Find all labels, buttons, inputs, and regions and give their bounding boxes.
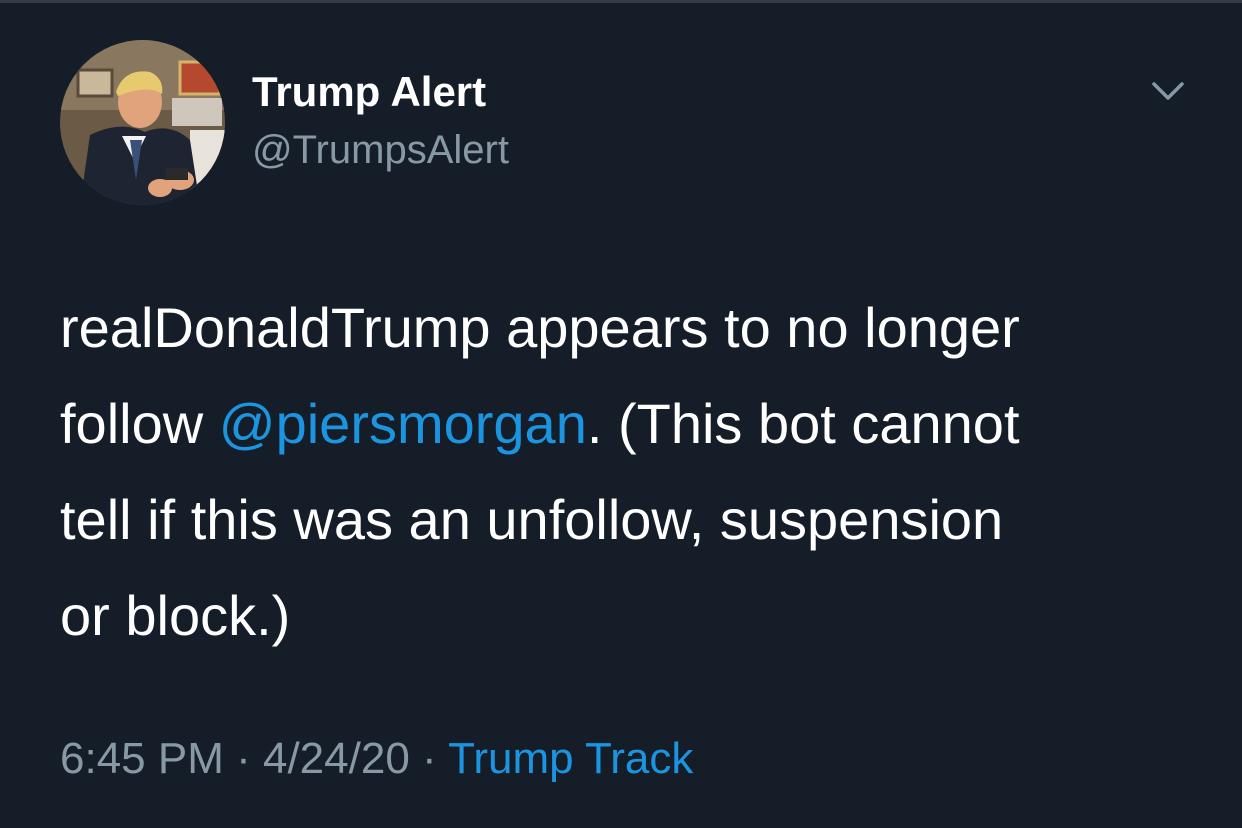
top-divider — [0, 0, 1242, 3]
author-avatar[interactable] — [60, 40, 225, 205]
tweet-text-line: tell if this was an unfollow, suspension — [60, 488, 1004, 551]
author-handle[interactable]: @TrumpsAlert — [252, 128, 509, 173]
tweet-source-link[interactable]: Trump Track — [448, 734, 693, 783]
meta-separator: · — [223, 734, 263, 783]
mention-link[interactable]: @piersmorgan — [219, 392, 587, 455]
avatar-photo-icon — [60, 40, 225, 205]
tweet-text-line: follow @piersmorgan. (This bot cannot — [60, 376, 1200, 472]
tweet-time[interactable]: 6:45 PM — [60, 734, 224, 783]
chevron-down-icon — [1152, 82, 1184, 100]
tweet-menu-button[interactable] — [1146, 76, 1190, 106]
tweet-text-line: realDonaldTrump appears to no longer — [60, 296, 1020, 359]
tweet-text-segment: follow — [60, 392, 219, 455]
tweet-text-segment: . (This bot cannot — [586, 392, 1020, 455]
meta-separator: · — [409, 734, 449, 783]
tweet-metadata: 6:45 PM · 4/24/20 · Trump Track — [60, 734, 693, 784]
tweet-text-line: or block.) — [60, 584, 291, 647]
tweet-date[interactable]: 4/24/20 — [263, 734, 410, 783]
tweet-card: Trump Alert @TrumpsAlert realDonaldTrump… — [0, 0, 1242, 828]
tweet-text: realDonaldTrump appears to no longer fol… — [60, 280, 1200, 664]
author-display-name[interactable]: Trump Alert — [252, 68, 486, 116]
